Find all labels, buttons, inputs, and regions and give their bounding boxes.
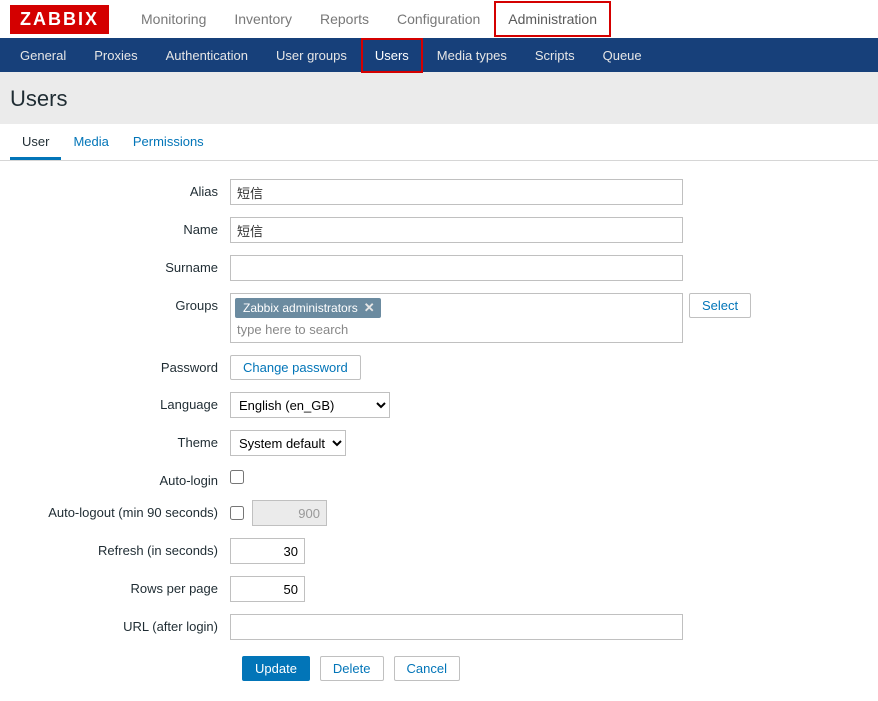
- theme-label: Theme: [10, 430, 230, 450]
- alias-label: Alias: [10, 179, 230, 199]
- form-actions: Update Delete Cancel: [242, 656, 868, 681]
- update-button[interactable]: Update: [242, 656, 310, 681]
- cancel-button[interactable]: Cancel: [394, 656, 460, 681]
- topnav-administration[interactable]: Administration: [494, 1, 611, 37]
- refresh-label: Refresh (in seconds): [10, 538, 230, 558]
- rows-per-page-input[interactable]: [230, 576, 305, 602]
- subnav-proxies[interactable]: Proxies: [80, 38, 151, 73]
- user-form: Alias Name Surname Groups Zabbix adminis…: [0, 161, 878, 701]
- logo: ZABBIX: [10, 5, 109, 34]
- rows-per-page-label: Rows per page: [10, 576, 230, 596]
- language-select[interactable]: English (en_GB): [230, 392, 390, 418]
- topnav-reports[interactable]: Reports: [306, 1, 383, 37]
- subnav-user-groups[interactable]: User groups: [262, 38, 361, 73]
- tab-permissions[interactable]: Permissions: [121, 124, 216, 160]
- tabs: User Media Permissions: [0, 124, 878, 161]
- groups-multiselect[interactable]: Zabbix administrators ✕ type here to sea…: [230, 293, 683, 343]
- subnav-users[interactable]: Users: [361, 38, 423, 73]
- topnav-monitoring[interactable]: Monitoring: [127, 1, 220, 37]
- alias-input[interactable]: [230, 179, 683, 205]
- group-tag-label: Zabbix administrators: [243, 301, 358, 315]
- group-tag-remove-icon[interactable]: ✕: [364, 300, 375, 316]
- groups-placeholder: type here to search: [235, 318, 678, 337]
- subnav-media-types[interactable]: Media types: [423, 38, 521, 73]
- subnav-general[interactable]: General: [6, 38, 80, 73]
- auto-login-label: Auto-login: [10, 468, 230, 488]
- topnav-inventory[interactable]: Inventory: [220, 1, 306, 37]
- refresh-input[interactable]: [230, 538, 305, 564]
- surname-input[interactable]: [230, 255, 683, 281]
- name-input[interactable]: [230, 217, 683, 243]
- groups-label: Groups: [10, 293, 230, 313]
- subnav-queue[interactable]: Queue: [589, 38, 656, 73]
- page-title: Users: [10, 86, 868, 112]
- password-label: Password: [10, 355, 230, 375]
- delete-button[interactable]: Delete: [320, 656, 384, 681]
- name-label: Name: [10, 217, 230, 237]
- subnav-scripts[interactable]: Scripts: [521, 38, 589, 73]
- auto-logout-checkbox[interactable]: [230, 506, 244, 520]
- language-label: Language: [10, 392, 230, 412]
- auto-logout-label: Auto-logout (min 90 seconds): [10, 500, 230, 520]
- theme-select[interactable]: System default: [230, 430, 346, 456]
- topnav-configuration[interactable]: Configuration: [383, 1, 494, 37]
- subnav-authentication[interactable]: Authentication: [152, 38, 262, 73]
- sub-nav: General Proxies Authentication User grou…: [0, 38, 878, 72]
- tab-user[interactable]: User: [10, 124, 61, 160]
- surname-label: Surname: [10, 255, 230, 275]
- top-nav: ZABBIX Monitoring Inventory Reports Conf…: [0, 0, 878, 38]
- group-tag: Zabbix administrators ✕: [235, 298, 381, 318]
- auto-login-checkbox[interactable]: [230, 470, 244, 484]
- page-header: Users: [0, 72, 878, 124]
- change-password-button[interactable]: Change password: [230, 355, 361, 380]
- tab-media[interactable]: Media: [61, 124, 120, 160]
- auto-logout-value-input: [252, 500, 327, 526]
- url-after-login-input[interactable]: [230, 614, 683, 640]
- groups-select-button[interactable]: Select: [689, 293, 751, 318]
- url-after-login-label: URL (after login): [10, 614, 230, 634]
